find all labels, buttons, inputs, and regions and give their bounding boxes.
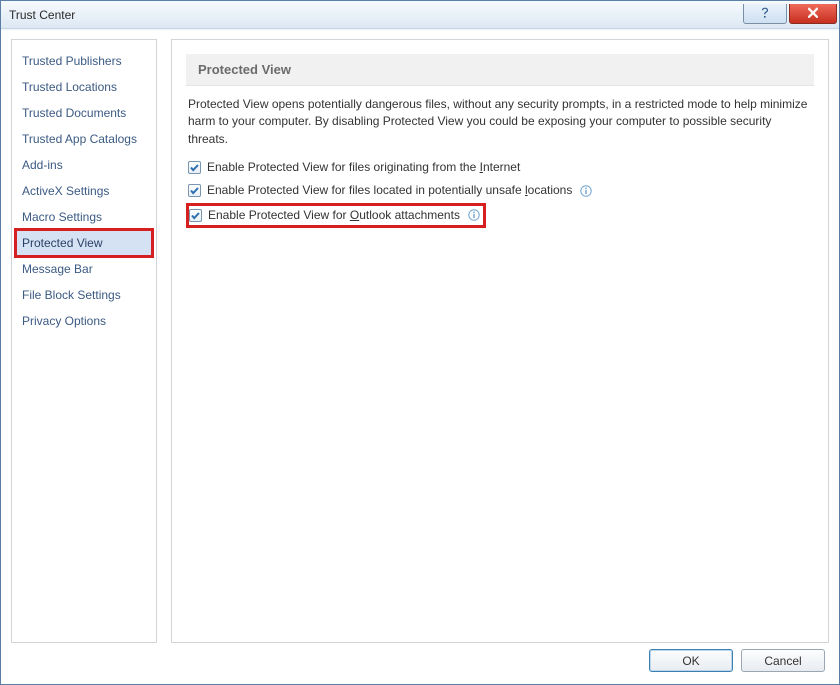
checkbox-unsafe-locations[interactable] [188,184,201,197]
checkbox-internet-files[interactable] [188,161,201,174]
sidebar: Trusted Publishers Trusted Locations Tru… [11,39,157,643]
section-description: Protected View opens potentially dangero… [188,96,812,148]
trust-center-window: Trust Center Trusted Publishers Trusted … [0,0,840,685]
sidebar-item-trusted-locations[interactable]: Trusted Locations [16,74,152,100]
sidebar-item-trusted-app-catalogs[interactable]: Trusted App Catalogs [16,126,152,152]
dialog-body: Trusted Publishers Trusted Locations Tru… [1,31,839,684]
ok-button[interactable]: OK [649,649,733,672]
sidebar-item-file-block-settings[interactable]: File Block Settings [16,282,152,308]
info-icon[interactable] [580,185,592,197]
titlebar: Trust Center [1,1,839,29]
option-unsafe-locations: Enable Protected View for files located … [188,179,812,202]
info-icon[interactable] [468,209,480,221]
option-outlook-attachments: Enable Protected View for Outlook attach… [188,205,484,226]
sidebar-item-macro-settings[interactable]: Macro Settings [16,204,152,230]
option-label: Enable Protected View for Outlook attach… [208,206,460,225]
sidebar-item-trusted-publishers[interactable]: Trusted Publishers [16,48,152,74]
close-icon [807,8,819,18]
check-icon [189,185,200,196]
window-title: Trust Center [9,8,75,22]
checkbox-outlook-attachments[interactable] [189,209,202,222]
cancel-button[interactable]: Cancel [741,649,825,672]
section-title: Protected View [186,54,814,86]
sidebar-item-message-bar[interactable]: Message Bar [16,256,152,282]
help-icon [760,7,770,19]
sidebar-item-protected-view[interactable]: Protected View [16,230,152,256]
check-icon [190,210,201,221]
main-panel: Protected View Protected View opens pote… [171,39,829,643]
dialog-buttons: OK Cancel [649,649,825,672]
sidebar-item-add-ins[interactable]: Add-ins [16,152,152,178]
section-body: Protected View opens potentially dangero… [172,86,828,228]
option-label: Enable Protected View for files located … [207,181,572,200]
option-outlook-attachments-row: Enable Protected View for Outlook attach… [188,203,812,228]
close-button[interactable] [789,4,837,24]
option-internet-files: Enable Protected View for files originat… [188,156,812,179]
option-label: Enable Protected View for files originat… [207,158,520,177]
sidebar-item-trusted-documents[interactable]: Trusted Documents [16,100,152,126]
sidebar-item-privacy-options[interactable]: Privacy Options [16,308,152,334]
check-icon [189,162,200,173]
help-button[interactable] [743,4,787,24]
panes: Trusted Publishers Trusted Locations Tru… [11,39,829,643]
sidebar-item-activex-settings[interactable]: ActiveX Settings [16,178,152,204]
